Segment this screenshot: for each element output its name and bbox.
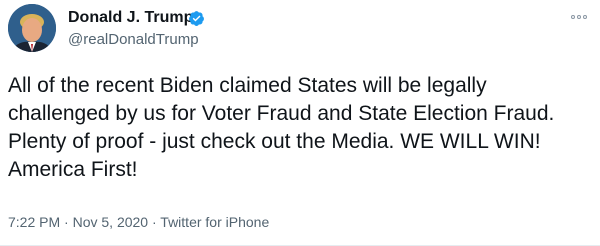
user-handle[interactable]: @realDonaldTrump (68, 30, 199, 49)
tweet-date[interactable]: Nov 5, 2020 (73, 214, 149, 230)
more-dot (577, 15, 581, 19)
tweet-card: Donald J. Trump @realDonaldTrump All of … (0, 0, 600, 246)
tweet-time[interactable]: 7:22 PM (8, 214, 60, 230)
more-dot (571, 15, 575, 19)
display-name[interactable]: Donald J. Trump (68, 8, 193, 28)
tweet-meta: 7:22 PM · Nov 5, 2020 · Twitter for iPho… (8, 213, 269, 231)
meta-separator: · (64, 214, 69, 230)
avatar[interactable] (8, 4, 56, 52)
more-options-icon[interactable] (568, 10, 590, 24)
verified-badge-icon (189, 11, 204, 26)
tweet-source[interactable]: Twitter for iPhone (160, 214, 269, 230)
more-dot (583, 15, 587, 19)
tweet-text: All of the recent Biden claimed States w… (8, 74, 555, 181)
meta-separator: · (151, 214, 157, 230)
